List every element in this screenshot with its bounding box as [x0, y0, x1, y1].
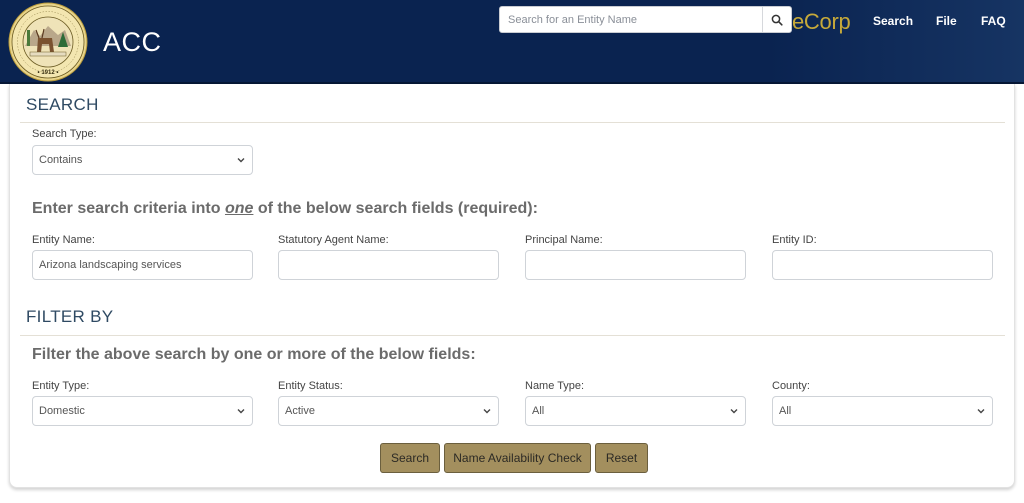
svg-text:• 1912 •: • 1912 • — [38, 70, 59, 76]
entity-type-select[interactable]: Domestic — [32, 396, 253, 426]
search-type-value: Contains — [39, 154, 83, 166]
form-actions: Search Name Availability Check Reset — [380, 443, 648, 473]
search-card: SEARCH Search Type: Contains Enter searc… — [9, 84, 1015, 488]
statutory-agent-label: Statutory Agent Name: — [278, 234, 389, 246]
entity-status-label: Entity Status: — [278, 380, 343, 392]
entity-name-input[interactable]: Arizona landscaping services — [32, 250, 253, 280]
instruction-suffix: of the below search fields (required): — [253, 200, 538, 217]
filter-instruction: Filter the above search by one or more o… — [32, 346, 476, 363]
filter-section-title: FILTER BY — [26, 307, 114, 326]
entity-id-label: Entity ID: — [772, 234, 817, 246]
name-type-select[interactable]: All — [525, 396, 746, 426]
entity-search-input[interactable] — [500, 7, 762, 32]
entity-type-label: Entity Type: — [32, 380, 90, 392]
entity-type-value: Domestic — [39, 405, 85, 417]
county-value: All — [779, 405, 792, 417]
entity-name-value: Arizona landscaping services — [39, 259, 182, 271]
county-select[interactable]: All — [772, 396, 993, 426]
search-type-label: Search Type: — [32, 128, 97, 140]
reset-button[interactable]: Reset — [595, 443, 648, 473]
instruction-prefix: Enter search criteria into — [32, 200, 225, 217]
ecorp-logo[interactable]: eCorp — [792, 9, 851, 35]
county-label: County: — [772, 380, 810, 392]
site-header: • 1912 • ACC eCorp Search File FAQ — [0, 0, 1024, 84]
search-section-title: SEARCH — [26, 95, 99, 114]
nav-file[interactable]: File — [936, 14, 957, 28]
search-instruction: Enter search criteria into one of the be… — [32, 200, 538, 218]
name-type-label: Name Type: — [525, 380, 585, 392]
nav-faq[interactable]: FAQ — [981, 14, 1006, 28]
search-type-select[interactable]: Contains — [32, 145, 253, 175]
entity-search-bar — [499, 6, 792, 33]
entity-status-value: Active — [285, 405, 315, 417]
chevron-down-icon — [977, 409, 985, 414]
chevron-down-icon — [237, 409, 245, 414]
site-brand[interactable]: ACC — [103, 27, 162, 58]
entity-id-input[interactable] — [772, 250, 993, 280]
name-type-value: All — [532, 405, 545, 417]
search-icon — [771, 14, 783, 26]
acc-seal-logo[interactable]: • 1912 • — [8, 2, 88, 82]
chevron-down-icon — [483, 409, 491, 414]
instruction-emphasis: one — [224, 200, 254, 217]
principal-name-input[interactable] — [525, 250, 746, 280]
search-button[interactable]: Search — [380, 443, 440, 473]
entity-status-select[interactable]: Active — [278, 396, 499, 426]
entity-name-label: Entity Name: — [32, 234, 95, 246]
search-divider — [20, 122, 1005, 123]
chevron-down-icon — [730, 409, 738, 414]
name-availability-check-button[interactable]: Name Availability Check — [444, 443, 591, 473]
filter-divider — [20, 335, 1005, 336]
entity-search-button[interactable] — [762, 7, 791, 32]
statutory-agent-input[interactable] — [278, 250, 499, 280]
nav-search[interactable]: Search — [873, 14, 913, 28]
principal-name-label: Principal Name: — [525, 234, 603, 246]
chevron-down-icon — [237, 158, 245, 163]
